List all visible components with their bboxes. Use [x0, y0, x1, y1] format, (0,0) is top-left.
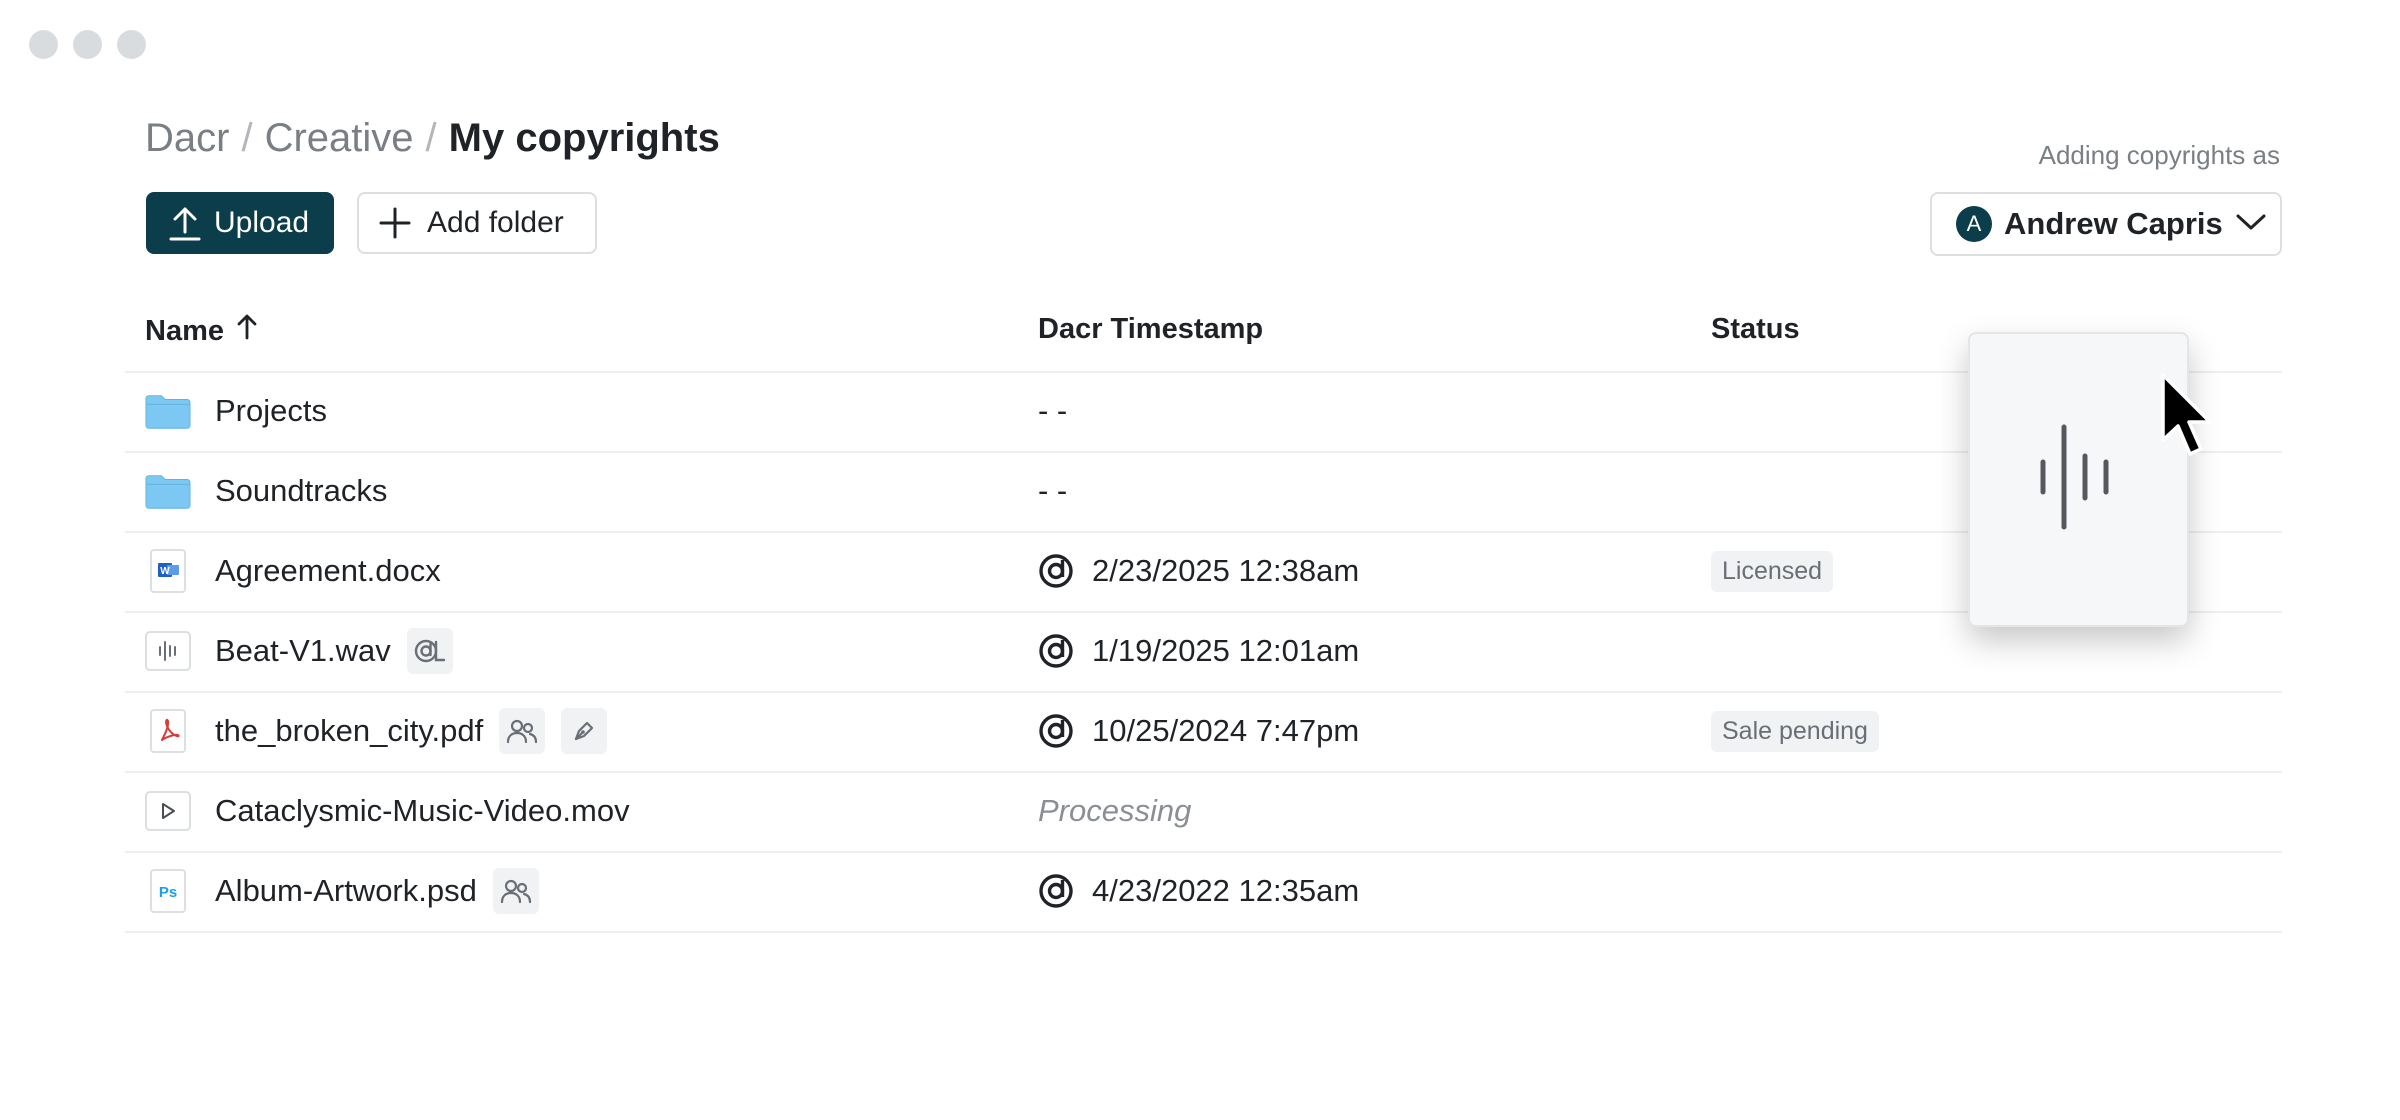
name-cell: Ps Album-Artwork.psd [145, 851, 539, 931]
breadcrumb: Dacr / Creative / My copyrights [145, 112, 720, 164]
copyright-license-icon[interactable] [406, 628, 453, 674]
timestamp-cell: - - [1038, 371, 1067, 451]
file-name[interactable]: Album-Artwork.psd [215, 873, 477, 909]
timestamp-cell: 2/23/2025 12:38am [1038, 531, 1359, 611]
timestamp-value: - - [1038, 393, 1068, 428]
status-cell: Licensed [1711, 531, 1834, 611]
name-cell: Soundtracks [145, 451, 387, 531]
table-row[interactable]: Projects - - [125, 371, 2282, 453]
window-maximize-dot[interactable] [117, 30, 146, 59]
column-header-name[interactable]: Name [145, 313, 258, 349]
dacr-timestamp-icon [1039, 714, 1073, 748]
account-caption: Adding copyrights as [2038, 140, 2280, 170]
column-name-label: Name [145, 314, 224, 347]
processing-status: Processing [1038, 793, 1192, 828]
mouse-pointer-icon [2160, 372, 2216, 463]
window-minimize-dot[interactable] [73, 30, 102, 59]
dacr-timestamp-icon [1039, 874, 1073, 908]
add-folder-label: Add folder [427, 206, 564, 239]
file-name[interactable]: Projects [215, 393, 327, 429]
pdf-icon [145, 708, 191, 754]
file-name[interactable]: Beat-V1.wav [215, 633, 391, 669]
dacr-timestamp-icon [1039, 634, 1073, 668]
account-name: Andrew Capris [2004, 206, 2223, 241]
users-icon[interactable] [499, 708, 546, 754]
file-name[interactable]: the_broken_city.pdf [215, 713, 483, 749]
name-cell: the_broken_city.pdf [145, 691, 608, 771]
status-cell: Sale pending [1711, 691, 1879, 771]
timestamp-value: 1/19/2025 12:01am [1092, 633, 1360, 668]
users-icon[interactable] [492, 868, 539, 914]
status-badge: Licensed [1711, 550, 1834, 592]
timestamp-value: 10/25/2024 7:47pm [1092, 713, 1360, 748]
svg-text:W: W [160, 566, 170, 577]
pen-icon[interactable] [561, 708, 608, 754]
status-badge: Sale pending [1711, 710, 1879, 752]
drag-preview-card[interactable] [1968, 332, 2189, 627]
name-cell: Projects [145, 371, 327, 451]
column-header-timestamp[interactable]: Dacr Timestamp [1038, 313, 1263, 346]
name-cell: Cataclysmic-Music-Video.mov [145, 771, 630, 851]
table-row[interactable]: Soundtracks - - [125, 451, 2282, 533]
breadcrumb-item-dacr[interactable]: Dacr [145, 116, 229, 160]
name-cell: Beat-V1.wav [145, 611, 453, 691]
timestamp-cell: 1/19/2025 12:01am [1038, 611, 1359, 691]
plus-icon [377, 205, 413, 241]
timestamp-cell: 4/23/2022 12:35am [1038, 851, 1359, 931]
upload-label: Upload [214, 206, 310, 239]
window-controls [29, 30, 146, 59]
upload-icon [168, 204, 202, 242]
breadcrumb-separator: / [241, 116, 253, 160]
table-row[interactable]: the_broken_city.pdf 10/25/2024 7:47pm Sa… [125, 691, 2282, 773]
upload-button[interactable]: Upload [146, 192, 334, 254]
file-name[interactable]: Soundtracks [215, 473, 387, 509]
timestamp-cell: - - [1038, 451, 1067, 531]
folder-icon [145, 468, 191, 514]
audio-waveform-icon [2029, 422, 2129, 537]
photoshop-icon: Ps [145, 868, 191, 914]
table-row[interactable]: Cataclysmic-Music-Video.mov Processing [125, 771, 2282, 853]
table-header: Name Dacr Timestamp Status [125, 305, 2282, 373]
timestamp-value: 2/23/2025 12:38am [1092, 553, 1360, 588]
window-close-dot[interactable] [29, 30, 58, 59]
table-row[interactable]: W Agreement.docx 2/23/2025 12:38am Licen… [125, 531, 2282, 613]
svg-text:Ps: Ps [159, 884, 177, 901]
breadcrumb-separator: / [425, 116, 437, 160]
breadcrumb-item-creative[interactable]: Creative [265, 116, 414, 160]
chevron-down-icon [2235, 212, 2267, 237]
folder-icon [145, 388, 191, 434]
timestamp-cell: Processing [1038, 771, 1191, 851]
column-header-status[interactable]: Status [1711, 313, 1800, 346]
timestamp-value: - - [1038, 473, 1068, 508]
word-doc-icon: W [145, 548, 191, 594]
avatar: A [1956, 206, 1992, 242]
file-name[interactable]: Agreement.docx [215, 553, 441, 589]
file-name[interactable]: Cataclysmic-Music-Video.mov [215, 793, 630, 829]
audio-waveform-icon [145, 628, 191, 674]
account-selector[interactable]: A Andrew Capris [1930, 192, 2282, 256]
timestamp-cell: 10/25/2024 7:47pm [1038, 691, 1359, 771]
sort-ascending-icon[interactable] [236, 313, 258, 349]
name-cell: W Agreement.docx [145, 531, 441, 611]
timestamp-value: 4/23/2022 12:35am [1092, 873, 1360, 908]
add-folder-button[interactable]: Add folder [357, 192, 597, 254]
page-title: My copyrights [448, 116, 720, 160]
dacr-timestamp-icon [1039, 554, 1073, 588]
video-play-icon [145, 788, 191, 834]
table-row[interactable]: Beat-V1.wav 1/19/2025 12:01am [125, 611, 2282, 693]
table-row[interactable]: Ps Album-Artwork.psd 4/23/2022 12:35am [125, 851, 2282, 933]
